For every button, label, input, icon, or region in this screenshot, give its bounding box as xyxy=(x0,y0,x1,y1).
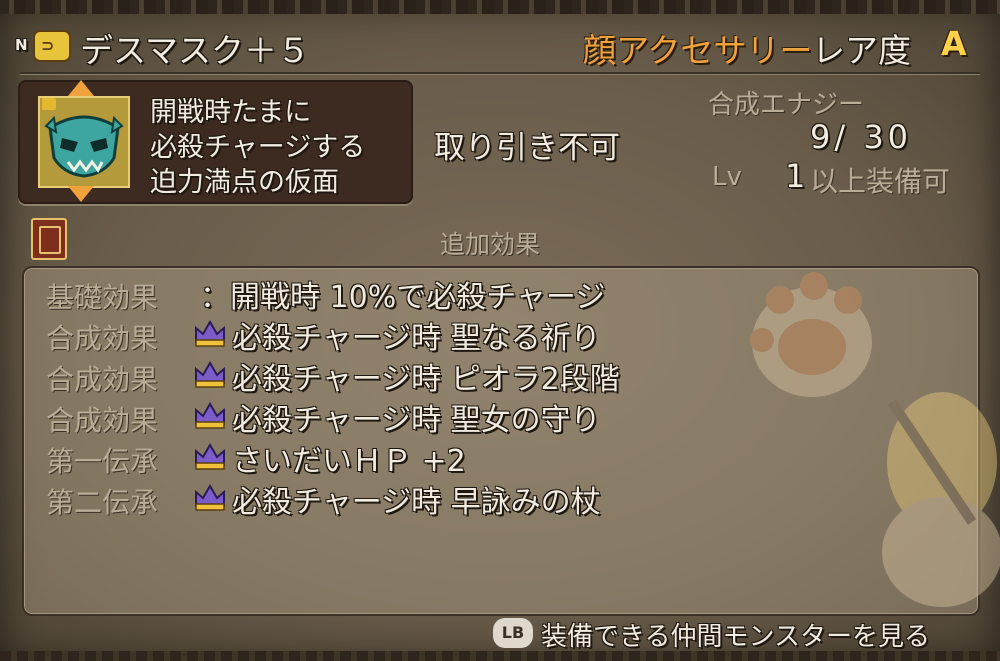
item-description-line-3: 迫力満点の仮面 xyxy=(150,167,339,198)
effect-row-label: 第一伝承 xyxy=(46,445,159,478)
item-description-line-1: 開戦時たまに xyxy=(150,97,312,128)
crown-icon xyxy=(195,361,225,388)
crown-icon xyxy=(195,484,225,511)
monster-paw-decoration xyxy=(750,272,1000,607)
rarity-value: A xyxy=(941,24,967,63)
effect-row-text: 必殺チャージ時 ピオラ2段階 xyxy=(232,362,620,397)
crown-icon xyxy=(195,402,225,429)
view-equippable-monsters-link[interactable]: 装備できる仲間モンスターを見る xyxy=(541,616,930,653)
effect-row-label: 合成効果 xyxy=(46,322,159,355)
effect-row-label: 第二伝承 xyxy=(46,486,159,519)
book-icon[interactable] xyxy=(31,218,67,260)
scroll-up-arrow-icon[interactable] xyxy=(68,80,94,96)
level-value: 1 xyxy=(785,157,806,195)
effect-row-text: 必殺チャージ時 聖女の守り xyxy=(232,403,601,438)
effect-row-label: 基礎効果 xyxy=(46,281,159,314)
key-item-icon: ⊃ xyxy=(33,30,71,62)
synthesis-energy-label: 合成エナジー xyxy=(708,90,865,120)
effect-row-text: 必殺チャージ時 聖なる祈り xyxy=(232,321,601,356)
effect-row-text: さいだいＨＰ +2 xyxy=(232,444,466,479)
item-category: 顔アクセサリー xyxy=(583,31,813,70)
level-requirement-text: 以上装備可 xyxy=(810,165,951,198)
effect-row-text: ：開戦時 10%で必殺チャージ xyxy=(200,280,606,315)
effect-row-text: 必殺チャージ時 早詠みの杖 xyxy=(232,485,601,520)
crown-icon xyxy=(195,320,225,347)
top-border xyxy=(0,0,1000,14)
synthesis-energy-value: 9/ 30 xyxy=(810,118,913,156)
section-title: 追加効果 xyxy=(440,230,541,259)
scroll-down-arrow-icon[interactable] xyxy=(68,186,94,202)
rank-badge: N xyxy=(15,36,28,54)
item-name: デスマスク＋５ xyxy=(80,31,311,70)
effect-row-label: 合成効果 xyxy=(46,363,159,396)
item-description-line-2: 必殺チャージする xyxy=(150,132,366,163)
lock-icon xyxy=(42,98,56,110)
lb-button-icon[interactable]: LB xyxy=(493,618,533,648)
level-label: Lv xyxy=(712,162,742,192)
rarity-label: レア度 xyxy=(812,31,911,70)
crown-icon xyxy=(195,443,225,470)
trade-status: 取り引き不可 xyxy=(434,130,620,166)
header-divider xyxy=(20,72,980,75)
effect-row-label: 合成効果 xyxy=(46,404,159,437)
